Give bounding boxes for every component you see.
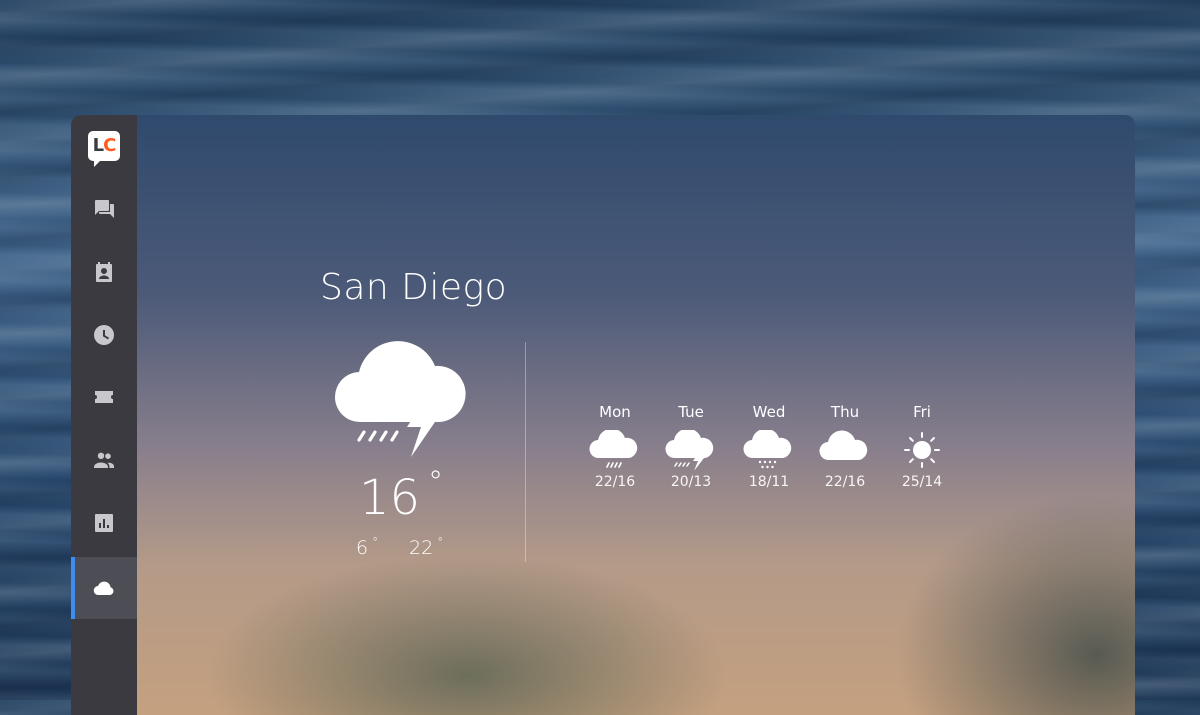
- forecast-range: 20/13: [670, 474, 712, 490]
- cloud-icon: [819, 430, 868, 461]
- weather-panel: San Diego 16 ° 6 ° 22 ° Mon 22/16 Tue 20…: [137, 115, 1135, 715]
- sidebar-item-weather[interactable]: [71, 557, 137, 619]
- forecast-day: Mon 22/16: [580, 402, 650, 490]
- snow-icon: [743, 430, 792, 469]
- forecast-range: 22/16: [594, 474, 636, 490]
- forecast-day-name: Tue: [678, 403, 704, 421]
- city-name: San Diego: [320, 267, 508, 308]
- forecast-range: 25/14: [901, 474, 943, 490]
- forecast-range: 18/11: [748, 474, 790, 490]
- sidebar-item-customers[interactable]: [71, 429, 137, 491]
- forecast-day-name: Wed: [752, 403, 786, 421]
- thunderstorm-icon: [665, 430, 714, 470]
- sun-icon: [904, 432, 940, 468]
- app-window: LC San Diego 16 ° 6 ° 22 ° Mon 22/16 Tue…: [71, 115, 1135, 715]
- clock-icon: [94, 325, 114, 345]
- bar-chart-icon: [95, 514, 113, 532]
- low-temperature: 6 °: [356, 535, 379, 559]
- sidebar: LC: [71, 115, 137, 715]
- sidebar-item-tickets[interactable]: [71, 366, 137, 428]
- high-temperature: 22 °: [409, 535, 444, 559]
- current-temperature: 16 °: [359, 465, 444, 526]
- forecast-day: Thu 22/16: [810, 402, 880, 490]
- forecast-day-name: Thu: [830, 403, 860, 421]
- rain-icon: [589, 430, 638, 468]
- sidebar-item-reports[interactable]: [71, 492, 137, 554]
- thunderstorm-icon: [334, 341, 466, 457]
- divider: [525, 342, 526, 562]
- sidebar-item-chats[interactable]: [71, 178, 137, 240]
- forecast-day: Tue 20/13: [656, 402, 726, 490]
- forecast-range: 22/16: [824, 474, 866, 490]
- forecast-day-name: Fri: [913, 403, 931, 421]
- people-icon: [94, 452, 114, 468]
- cloud-icon: [93, 581, 114, 596]
- livechat-logo[interactable]: LC: [88, 131, 120, 167]
- forecast-day: Fri 25/14: [887, 402, 957, 490]
- sidebar-item-contacts[interactable]: [71, 241, 137, 303]
- forecast-day: Wed 18/11: [734, 402, 804, 490]
- ticket-icon: [95, 391, 113, 403]
- contacts-icon: [96, 262, 112, 282]
- sidebar-item-history[interactable]: [71, 304, 137, 366]
- chat-icon: [95, 200, 114, 218]
- forecast-day-name: Mon: [599, 403, 631, 421]
